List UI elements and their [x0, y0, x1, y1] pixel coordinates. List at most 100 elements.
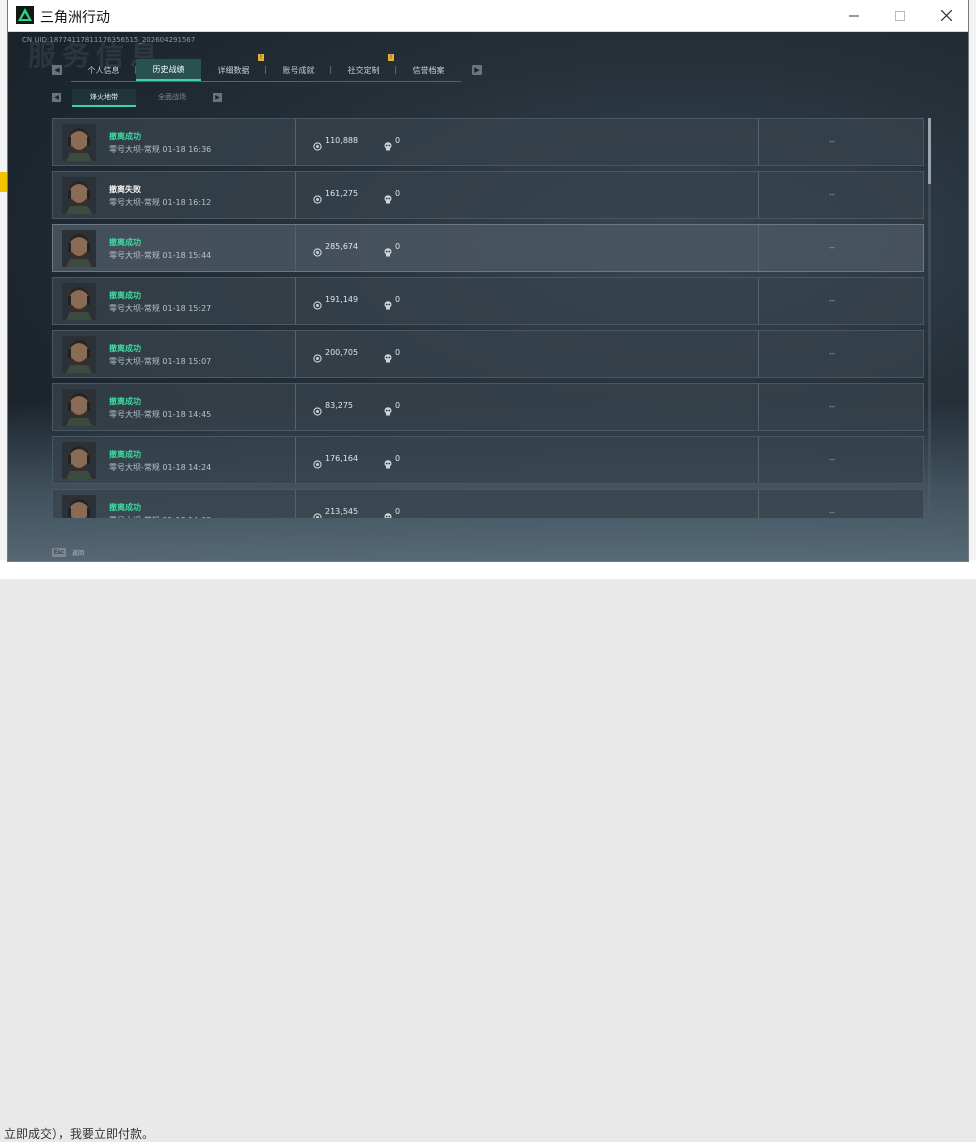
match-row[interactable]: 撤离成功 零号大坝-常规 01-18 15:07 200,705 0 --: [52, 330, 924, 378]
tab-next-button[interactable]: ▶: [472, 65, 482, 75]
subtab-hazard-zone[interactable]: 烽火地带: [72, 89, 136, 107]
desktop-yellow-tag: [0, 172, 8, 192]
extraction-status: 撤离成功: [109, 397, 141, 406]
skull-icon: [384, 136, 392, 151]
operator-avatar: [62, 389, 96, 426]
extra-info: --: [829, 190, 835, 199]
tab-social-custom[interactable]: 社交定制!: [331, 54, 396, 81]
desktop-left-strip: [0, 0, 8, 579]
tab-label: 历史战绩: [152, 64, 185, 74]
match-map-time: 零号大坝-常规 01-18 14:24: [109, 463, 212, 472]
kill-count: 0: [395, 242, 401, 251]
column-divider: [758, 331, 759, 377]
operator-avatar: [62, 336, 96, 373]
column-divider: [758, 384, 759, 430]
tab-detailed-data[interactable]: 详细数据!: [201, 54, 266, 81]
tab-badge: !: [258, 54, 264, 61]
scrollbar-thumb[interactable]: [928, 118, 931, 184]
maximize-icon: [895, 10, 905, 21]
skull-icon: [384, 242, 392, 257]
app-logo-icon: [16, 6, 34, 24]
match-map-time: 零号大坝-常规 01-18 15:07: [109, 357, 212, 366]
subtab-label: 全面战场: [158, 93, 186, 101]
close-icon: [940, 10, 952, 21]
main-tabs: 个人信息 历史战绩 详细数据! 账号成就 社交定制! 信誉档案: [71, 54, 461, 82]
tab-label: 信誉档案: [412, 65, 445, 75]
minimize-icon: [849, 15, 859, 16]
match-map-time: 零号大坝-常规 01-18 15:27: [109, 304, 212, 313]
column-divider: [295, 172, 296, 218]
loot-value: 200,705: [325, 348, 359, 357]
match-row[interactable]: 撤离成功 零号大坝-常规 01-18 16:36 110,888 0 --: [52, 118, 924, 166]
kill-count: 0: [395, 348, 401, 357]
tab-match-history[interactable]: 历史战绩: [136, 59, 201, 81]
kill-count: 0: [395, 454, 401, 463]
subtab-next-button[interactable]: ▶: [213, 93, 222, 102]
extra-info: --: [829, 243, 835, 252]
extraction-status: 撤离成功: [109, 291, 141, 300]
match-row[interactable]: 撤离失败 零号大坝-常规 01-18 16:12 161,275 0 --: [52, 171, 924, 219]
match-map-time: 零号大坝-常规 01-18 16:12: [109, 198, 212, 207]
column-divider: [295, 437, 296, 483]
match-row[interactable]: 撤离成功 零号大坝-常规 01-18 14:24 176,164 0 --: [52, 436, 924, 484]
column-divider: [295, 490, 296, 518]
esc-key-hint[interactable]: Esc: [52, 547, 66, 557]
tab-badge: !: [388, 54, 394, 61]
desktop-bottom-strip: 立即成交），我要立即付款。: [0, 560, 976, 1141]
tab-reputation[interactable]: 信誉档案: [396, 59, 461, 81]
operator-avatar: [62, 495, 96, 518]
tab-label: 社交定制: [347, 65, 380, 75]
coin-icon: [313, 136, 322, 151]
extra-info: --: [829, 402, 835, 411]
kill-count: 0: [395, 401, 401, 410]
operator-avatar: [62, 283, 96, 320]
desktop-right-strip: [968, 0, 976, 579]
column-divider: [758, 278, 759, 324]
match-row[interactable]: 撤离成功 零号大坝-常规 01-18 14:03 213,545 0 --: [52, 489, 924, 518]
coin-icon: [313, 401, 322, 416]
match-map-time: 零号大坝-常规 01-18 16:36: [109, 145, 212, 154]
tab-achievements[interactable]: 账号成就: [266, 59, 331, 81]
column-divider: [758, 490, 759, 518]
extra-info: --: [829, 508, 835, 517]
extra-info: --: [829, 349, 835, 358]
maximize-button[interactable]: [877, 0, 923, 31]
extraction-status: 撤离成功: [109, 450, 141, 459]
operator-avatar: [62, 177, 96, 214]
coin-icon: [313, 295, 322, 310]
subtab-prev-button[interactable]: ◀: [52, 93, 61, 102]
extra-info: --: [829, 455, 835, 464]
tab-personal-info[interactable]: 个人信息: [71, 59, 136, 81]
extra-info: --: [829, 137, 835, 146]
back-label: 返回: [72, 549, 85, 557]
subtab-full-war[interactable]: 全面战场: [140, 89, 204, 105]
match-row[interactable]: 撤离成功 零号大坝-常规 01-18 14:45 83,275 0 --: [52, 383, 924, 431]
column-divider: [758, 172, 759, 218]
close-button[interactable]: [923, 0, 969, 31]
match-row[interactable]: 撤离成功 零号大坝-常规 01-18 15:27 191,149 0 --: [52, 277, 924, 325]
operator-avatar: [62, 230, 96, 267]
game-panel: 服务信息 CN UID:18774117811176356515_2026042…: [8, 32, 968, 561]
mode-subtabs: 烽火地带 全面战场: [72, 89, 204, 107]
match-map-time: 零号大坝-常规 01-18 15:44: [109, 251, 212, 260]
skull-icon: [384, 401, 392, 416]
loot-value: 213,545: [325, 507, 359, 516]
skull-icon: [384, 189, 392, 204]
loot-value: 83,275: [325, 401, 353, 410]
match-row[interactable]: 撤离成功 零号大坝-常规 01-18 15:44 285,674 0 --: [52, 224, 924, 272]
minimize-button[interactable]: [831, 0, 877, 31]
skull-icon: [384, 295, 392, 310]
title-bar: 三角洲行动: [8, 0, 968, 32]
match-map-time: 零号大坝-常规 01-18 14:03: [109, 515, 211, 518]
desktop-bottom-text: 立即成交），我要立即付款。: [4, 1127, 155, 1141]
tab-prev-button[interactable]: ◀: [52, 65, 62, 75]
kill-count: 0: [395, 295, 401, 304]
coin-icon: [313, 189, 322, 204]
column-divider: [295, 331, 296, 377]
loot-value: 176,164: [325, 454, 359, 463]
extraction-status: 撤离成功: [109, 132, 141, 141]
match-history-list: 撤离成功 零号大坝-常规 01-18 16:36 110,888 0 -- 撤离…: [52, 118, 932, 518]
loot-value: 110,888: [325, 136, 359, 145]
column-divider: [295, 119, 296, 165]
window-title: 三角洲行动: [40, 10, 110, 26]
